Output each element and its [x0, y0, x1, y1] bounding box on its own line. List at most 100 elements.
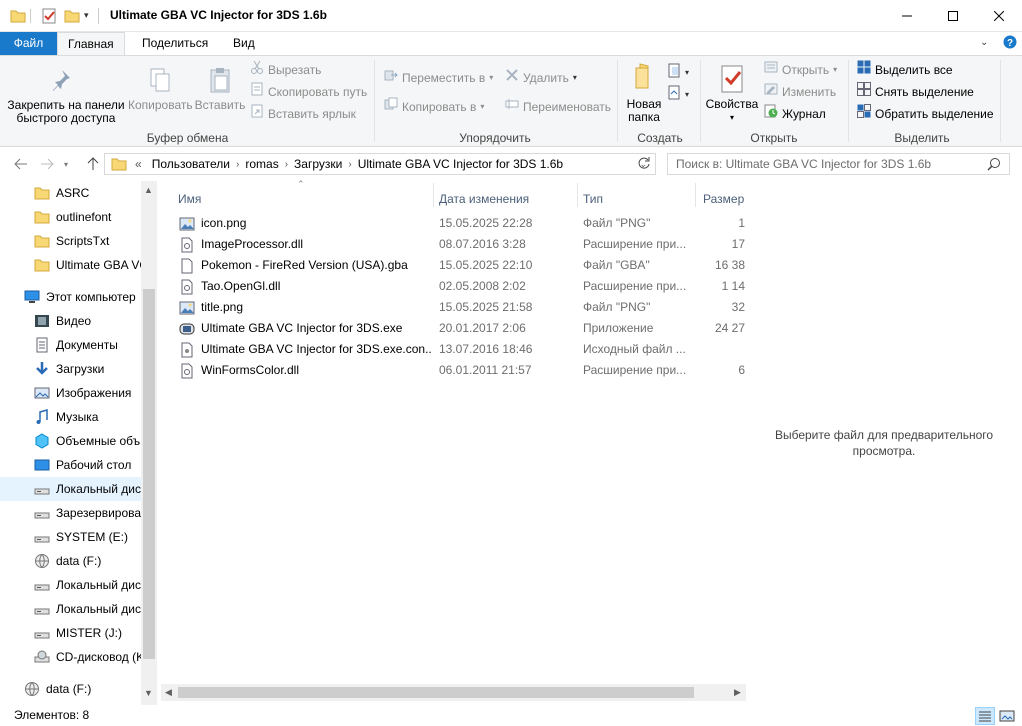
nav-item[interactable]: data (F:)	[24, 677, 91, 701]
invert-selection-button[interactable]: Обратить выделение	[857, 104, 994, 124]
nav-item-label: Ultimate GBA VC	[56, 258, 149, 272]
tab-view[interactable]: Вид	[223, 32, 265, 56]
file-name-cell: Ultimate GBA VC Injector for 3DS.exe	[179, 318, 431, 339]
nav-item[interactable]: outlinefont	[34, 205, 111, 229]
horizontal-scrollbar-thumb[interactable]	[178, 687, 694, 698]
nav-item[interactable]: Ultimate GBA VC	[34, 253, 148, 277]
easy-access-icon[interactable]: ▾	[668, 85, 692, 104]
nav-item-label: ASRC	[56, 186, 90, 200]
file-list-horizontal-scrollbar[interactable]: ◀ ▶	[161, 684, 747, 701]
address-bar[interactable]: « Пользователи › romas › Загрузки › Ulti…	[104, 153, 656, 175]
recent-locations-icon[interactable]: ▾	[60, 154, 72, 174]
preview-message: Выберите файл для предварительного просм…	[774, 428, 994, 458]
new-item-icon[interactable]: ▾	[668, 63, 692, 82]
drive-icon	[34, 625, 50, 641]
column-name[interactable]: Имя	[178, 187, 201, 211]
nav-scrollbar[interactable]: ▲ ▼	[141, 181, 157, 705]
file-name: icon.png	[201, 216, 247, 230]
pin-quick-access-button[interactable]: Закрепить на панели быстрого доступа	[6, 66, 126, 125]
nav-item[interactable]: Локальный дис	[0, 477, 141, 501]
dll-file-icon	[179, 279, 195, 295]
copy-button[interactable]: Копировать	[128, 66, 193, 112]
nav-item[interactable]: SYSTEM (E:)	[34, 525, 128, 549]
tab-home[interactable]: Главная	[57, 32, 125, 57]
refresh-icon[interactable]	[637, 156, 651, 173]
nav-item-label: Изображения	[56, 386, 132, 400]
customize-quick-access-icon[interactable]: ▾	[84, 10, 89, 21]
file-row[interactable]: WinFormsColor.dll 06.01.2011 21:57 Расшире…	[175, 360, 746, 381]
breadcrumb-downloads[interactable]: Загрузки	[288, 157, 348, 171]
nav-item[interactable]: Объемные объ	[34, 429, 140, 453]
file-row[interactable]: Ultimate GBA VC Injector for 3DS.exe.con…	[175, 339, 746, 360]
copy-path-button[interactable]: Скопировать путь	[250, 82, 367, 102]
new-folder-quick-icon[interactable]	[64, 8, 80, 27]
column-date-modified[interactable]: Дата изменения	[439, 187, 529, 211]
breadcrumb-romas[interactable]: romas	[239, 157, 284, 171]
nav-item[interactable]: ScriptsTxt	[34, 229, 109, 253]
nav-item[interactable]: Изображения	[34, 381, 131, 405]
nav-item[interactable]: Музыка	[34, 405, 98, 429]
breadcrumb-current-folder[interactable]: Ultimate GBA VC Injector for 3DS 1.6b	[352, 157, 569, 171]
copy-to-button[interactable]: Копировать в ▾	[384, 97, 484, 117]
breadcrumb-users[interactable]: Пользователи	[146, 157, 236, 171]
nav-scrollbar-thumb[interactable]	[143, 289, 155, 659]
select-all-button[interactable]: Выделить все	[857, 60, 953, 80]
file-row[interactable]: ImageProcessor.dll 08.07.2016 3:28 Расшире…	[175, 234, 746, 255]
nav-item[interactable]: Рабочий стол	[34, 453, 131, 477]
nav-item[interactable]: Загрузки	[34, 357, 104, 381]
rename-button[interactable]: Переименовать	[505, 97, 611, 117]
move-to-button[interactable]: Переместить в ▾	[384, 68, 493, 88]
nav-item[interactable]: Локальный дис	[34, 597, 141, 621]
column-type[interactable]: Тип	[583, 187, 603, 211]
column-size[interactable]: Размер	[703, 187, 744, 211]
minimize-button[interactable]	[884, 0, 930, 32]
nav-item[interactable]: Видео	[34, 309, 91, 333]
nav-item[interactable]: CD-дисковод (K	[34, 645, 144, 669]
3d-objects-icon	[34, 433, 50, 449]
nav-item[interactable]: Зарезервирован	[34, 501, 148, 525]
file-row[interactable]: Pokemon - FireRed Version (USA).gba 15.05…	[175, 255, 746, 276]
nav-item-label: Зарезервирован	[56, 506, 148, 520]
nav-item[interactable]: Этот компьютер	[24, 285, 136, 309]
collapse-ribbon-icon[interactable]: ⌄	[980, 37, 988, 48]
status-bar: Элементов: 8	[0, 705, 1022, 726]
file-type: Приложение	[583, 321, 654, 335]
history-button[interactable]: Журнал	[764, 104, 826, 124]
help-icon[interactable]: ?	[1003, 35, 1017, 52]
back-arrow-icon[interactable]	[10, 154, 32, 174]
delete-button[interactable]: Удалить ▾	[505, 68, 577, 88]
paste-shortcut-button[interactable]: Вставить ярлык	[250, 104, 356, 124]
file-row[interactable]: Tao.OpenGl.dll 02.05.2008 2:02 Расширение …	[175, 276, 746, 297]
file-name-cell: Ultimate GBA VC Injector for 3DS.exe.con…	[179, 339, 431, 360]
edit-icon	[764, 82, 778, 102]
forward-arrow-icon[interactable]	[36, 154, 58, 174]
file-size: 6	[738, 363, 745, 377]
tab-file[interactable]: Файл	[0, 32, 57, 56]
file-type: Файл "PNG"	[583, 216, 651, 230]
nav-item-label: Видео	[56, 314, 92, 328]
close-button[interactable]	[976, 0, 1022, 32]
large-icons-view-button[interactable]	[997, 707, 1017, 725]
file-row[interactable]: title.png 15.05.2025 21:58 Файл "PNG" 32	[175, 297, 746, 318]
open-button[interactable]: Открыть ▾	[764, 60, 837, 80]
properties-button[interactable]: Свойства ▾	[704, 64, 760, 124]
select-none-button[interactable]: Снять выделение	[857, 82, 974, 102]
nav-item[interactable]: ASRC	[34, 181, 89, 205]
paste-button[interactable]: Вставить	[194, 66, 246, 112]
file-row[interactable]: icon.png 15.05.2025 22:28 Файл "PNG" 1	[175, 213, 746, 234]
maximize-button[interactable]	[930, 0, 976, 32]
cut-button[interactable]: Вырезать	[250, 60, 321, 80]
nav-item[interactable]: Документы	[34, 333, 118, 357]
file-row[interactable]: Ultimate GBA VC Injector for 3DS.exe 20.0…	[175, 318, 746, 339]
svg-text:▾: ▾	[685, 90, 689, 99]
nav-item[interactable]: data (F:)	[34, 549, 101, 573]
up-arrow-icon[interactable]	[82, 154, 104, 174]
search-input[interactable]: Поиск в: Ultimate GBA VC Injector for 3D…	[667, 153, 1010, 175]
nav-item[interactable]: MISTER (J:)	[34, 621, 122, 645]
nav-item[interactable]: Локальный дис	[34, 573, 141, 597]
properties-quick-icon[interactable]	[41, 8, 57, 27]
details-view-button[interactable]	[975, 707, 995, 725]
edit-button[interactable]: Изменить	[764, 82, 836, 102]
new-folder-button[interactable]: Новая папка	[622, 62, 666, 124]
tab-share[interactable]: Поделиться	[132, 32, 218, 56]
